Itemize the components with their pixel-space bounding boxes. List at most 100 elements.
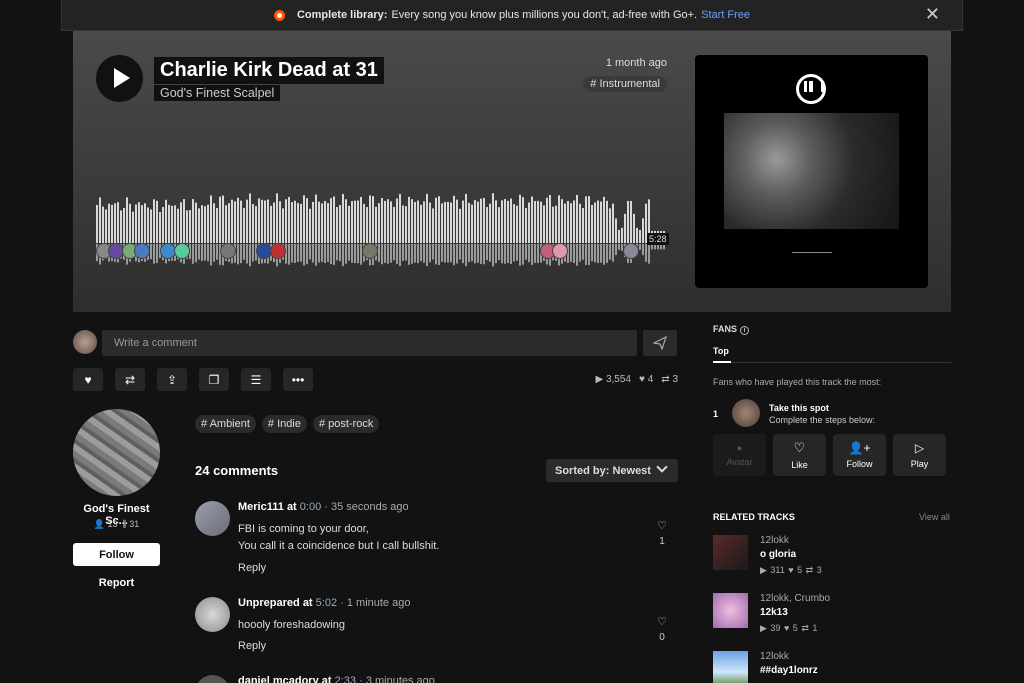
- comment-input[interactable]: [102, 330, 637, 356]
- waveform-bar: [420, 204, 422, 243]
- track-artist-link[interactable]: God's Finest Scalpel: [154, 85, 281, 101]
- step-follow-button[interactable]: 👤+ Follow: [833, 434, 886, 476]
- related-track-user[interactable]: 12lokk: [760, 651, 789, 662]
- related-track-artwork[interactable]: [713, 593, 748, 628]
- related-track-title[interactable]: 12k13: [760, 607, 788, 618]
- waveform-comment-avatar[interactable]: [552, 243, 568, 259]
- waveform-bar: [615, 218, 617, 243]
- waveform-bar: [96, 205, 98, 243]
- comment-user[interactable]: Unprepared: [238, 597, 300, 609]
- start-free-link[interactable]: Start Free: [701, 9, 750, 21]
- comment-user[interactable]: Meric111: [238, 501, 284, 513]
- comment-timestamp[interactable]: 2:33: [335, 675, 356, 683]
- comment-user[interactable]: daniel mcadory: [238, 675, 319, 683]
- banner-bold-text: Complete library:: [296, 9, 388, 21]
- waveform-bar: [111, 204, 113, 243]
- waveform-bar: [549, 194, 551, 243]
- related-track-user[interactable]: 12lokk, Crumbo: [760, 593, 830, 604]
- comment-avatar[interactable]: [195, 501, 230, 536]
- related-track-artwork[interactable]: [713, 651, 748, 683]
- play-button[interactable]: [96, 55, 143, 102]
- comment-like[interactable]: ♡ 0: [656, 615, 668, 643]
- send-comment-button[interactable]: [643, 330, 677, 356]
- waveform-bar: [519, 194, 521, 243]
- waveform-comment-avatar[interactable]: [134, 243, 150, 259]
- waveform-bar: [216, 208, 218, 243]
- report-link[interactable]: Report: [73, 577, 160, 589]
- waveform-bar: [207, 204, 209, 243]
- step-play-button[interactable]: ▷ Play: [893, 434, 946, 476]
- close-icon[interactable]: ✕: [925, 4, 940, 25]
- copy-link-button[interactable]: ❐: [199, 368, 229, 391]
- waveform-bar: [258, 198, 260, 243]
- step-like-button[interactable]: ♡ Like: [773, 434, 826, 476]
- waveform-bar: [306, 198, 308, 243]
- waveform-comment-avatar[interactable]: [174, 243, 190, 259]
- waveform-bar: [567, 201, 569, 243]
- waveform-bar: [270, 205, 272, 243]
- comment-age: · 3 minutes ago: [359, 675, 435, 683]
- related-track-artwork[interactable]: [713, 535, 748, 570]
- waveform-bar: [417, 200, 419, 243]
- waveform-comment-avatar[interactable]: [220, 243, 236, 259]
- tag-indie[interactable]: # Indie: [261, 415, 307, 433]
- waveform-bar: [129, 203, 131, 243]
- comment-timestamp[interactable]: 0:00: [300, 501, 321, 513]
- take-spot-heading: Take this spot: [769, 403, 829, 413]
- info-icon[interactable]: i: [740, 326, 750, 335]
- waveform-bar: [171, 205, 173, 243]
- waveform-bar: [561, 199, 563, 243]
- like-button[interactable]: ♥: [73, 368, 103, 391]
- waveform-bar: [327, 203, 329, 243]
- track-duration: 5:28: [647, 233, 669, 245]
- add-to-playlist-button[interactable]: ☰: [241, 368, 271, 391]
- tag-post-rock[interactable]: # post-rock: [312, 415, 380, 433]
- waveform-bar: [594, 202, 596, 243]
- reply-link[interactable]: Reply: [238, 640, 266, 652]
- comment-like[interactable]: ♡ 1: [656, 519, 668, 547]
- waveform-bar: [390, 201, 392, 243]
- waveform-comment-avatar[interactable]: [623, 243, 639, 259]
- repost-button[interactable]: ⇄: [115, 368, 145, 391]
- tab-top[interactable]: Top: [713, 346, 729, 356]
- related-track-title[interactable]: ##day1lonrz: [760, 665, 818, 676]
- uploader-avatar[interactable]: [73, 409, 160, 496]
- genre-tag[interactable]: # Instrumental: [583, 76, 667, 92]
- more-icon: •••: [291, 372, 305, 387]
- tracks-icon: ⫼: [122, 519, 127, 529]
- view-all-link[interactable]: View all: [919, 512, 950, 522]
- waveform-bar: [288, 196, 290, 243]
- comment-avatar[interactable]: [195, 597, 230, 632]
- related-track-item[interactable]: 12lokk o gloria ▶ 311 ♥ 5 ⇄ 3: [713, 535, 951, 580]
- waveform-bar: [366, 207, 368, 243]
- related-track-user[interactable]: 12lokk: [760, 535, 789, 546]
- waveform-bar: [435, 197, 437, 243]
- waveform-comment-avatar[interactable]: [270, 243, 286, 259]
- waveform-bar: [537, 200, 539, 243]
- waveform-bar: [603, 196, 605, 243]
- related-track-title[interactable]: o gloria: [760, 549, 796, 560]
- comment-avatar[interactable]: [195, 675, 230, 683]
- related-track-item[interactable]: 12lokk, Crumbo 12k13 ▶ 39 ♥ 5 ⇄ 1: [713, 593, 951, 638]
- waveform-bar: [315, 194, 317, 243]
- waveform-bar: [489, 203, 491, 243]
- tag-ambient[interactable]: # Ambient: [195, 415, 256, 433]
- related-track-item[interactable]: 12lokk ##day1lonrz: [713, 651, 951, 683]
- waveform-bar: [303, 195, 305, 243]
- waveform-comment-avatar[interactable]: [362, 243, 378, 259]
- waveform-bar: [384, 200, 386, 243]
- waveform-bar: [387, 199, 389, 243]
- follow-button[interactable]: Follow: [73, 543, 160, 566]
- waveform-bar: [249, 193, 251, 243]
- take-spot-sub: Complete the steps below:: [769, 415, 876, 425]
- share-button[interactable]: ⇪: [157, 368, 187, 391]
- waveform-bar: [318, 201, 320, 243]
- fans-title: FANS i: [713, 324, 750, 335]
- waveform-bar: [324, 200, 326, 243]
- waveform-bar: [471, 204, 473, 243]
- reply-link[interactable]: Reply: [238, 562, 266, 574]
- waveform-bar: [219, 196, 221, 243]
- comment-timestamp[interactable]: 5:02: [316, 597, 337, 609]
- more-button[interactable]: •••: [283, 368, 313, 391]
- sort-dropdown[interactable]: Sorted by: Newest: [546, 459, 678, 482]
